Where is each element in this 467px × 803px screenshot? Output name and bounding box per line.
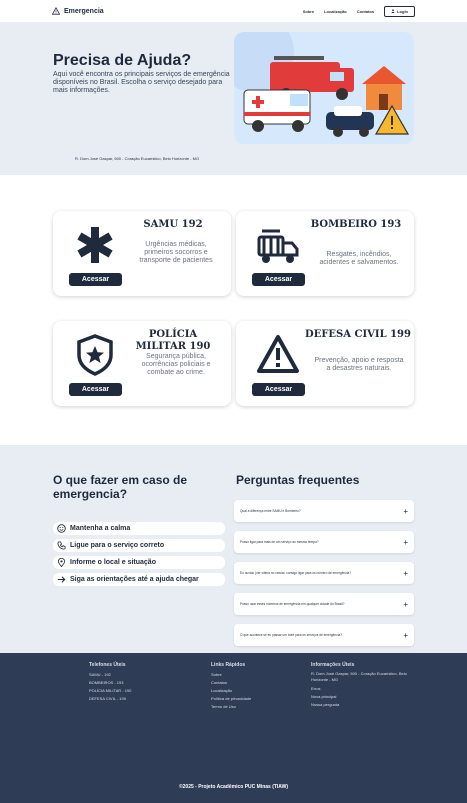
help-title: O que fazer em caso de emergencia? (53, 473, 188, 501)
service-title: SAMU 192 (143, 219, 203, 230)
footer-phone-item[interactable]: SAMU - 192 (89, 671, 131, 679)
faq-item[interactable]: Posso usar esses números de emergência e… (234, 593, 414, 615)
faq-question: Qual a diferença entre SAMU e Bombeiro? (240, 509, 301, 513)
faq-item[interactable]: Qual a diferença entre SAMU e Bombeiro? … (234, 500, 414, 522)
footer-link[interactable]: Política de privacidade (211, 695, 251, 703)
arrow-right-icon (57, 576, 66, 583)
plus-icon[interactable]: + (403, 569, 408, 578)
service-description: Prevenção, apoio e resposta a desastres … (314, 357, 404, 372)
phone-icon (57, 541, 66, 550)
step-label: Informe o local e situação (70, 559, 156, 566)
footer-info-link[interactable]: Nossa pergunta (311, 701, 421, 709)
service-card-defesa-civil: DEFESA CIVIL 199 Prevenção, apoio e resp… (236, 321, 414, 406)
faq-item[interactable]: O que acontece se eu passar um trote par… (234, 624, 414, 646)
brand-logo[interactable]: Emergencia (52, 7, 104, 15)
calm-icon (57, 524, 66, 533)
faq-item[interactable]: Posso ligar para mais de um serviço ao m… (234, 531, 414, 553)
footer: Telefones Úteis SAMU - 192 BOMBEIROS - 1… (0, 653, 467, 803)
top-navbar: Emergencia Sobre Localização Contatos Lo… (0, 0, 467, 22)
medical-star-icon (77, 227, 113, 263)
footer-heading: Informações Úteis (311, 662, 355, 668)
warning-triangle-icon (257, 335, 299, 373)
police-shield-icon (77, 334, 113, 376)
faq-question: Posso ligar para mais de um serviço ao m… (240, 540, 319, 544)
footer-phone-item[interactable]: POLÍCIA MILITAR - 190 (89, 687, 131, 695)
copyright: ©2025 - Projeto Acadêmico PUC Minas (TIA… (178, 784, 289, 790)
step-item: Informe o local e situação (53, 556, 225, 569)
service-title: POLÍCIA MILITAR 190 (135, 329, 211, 352)
service-title: DEFESA CIVIL 199 (305, 329, 411, 340)
access-button[interactable]: Acessar (69, 383, 122, 396)
plus-icon[interactable]: + (403, 538, 408, 547)
access-button[interactable]: Acessar (69, 273, 122, 286)
footer-phones: Telefones Úteis SAMU - 192 BOMBEIROS - 1… (89, 661, 131, 703)
user-icon (391, 9, 395, 13)
service-card-bombeiro: BOMBEIRO 193 Resgates, incêndios, aciden… (236, 211, 414, 296)
step-label: Ligue para o serviço correto (70, 542, 165, 549)
login-label: Login (397, 8, 408, 14)
footer-link[interactable]: Localização (211, 687, 251, 695)
footer-phone-item[interactable]: BOMBEIROS - 193 (89, 679, 131, 687)
service-card-samu: SAMU 192 Urgências médicas, primeiros so… (53, 211, 231, 296)
services-section: SAMU 192 Urgências médicas, primeiros so… (0, 175, 467, 445)
plus-icon[interactable]: + (403, 600, 408, 609)
service-description: Segurança pública, ocorrências policiais… (141, 353, 211, 376)
step-item: Mantenha a calma (53, 522, 225, 535)
service-description: Resgates, incêndios, acidentes e salvame… (319, 251, 399, 266)
hero-description: Aqui você encontra os principais serviço… (53, 71, 230, 94)
service-description: Urgências médicas, primeiros socorros e … (139, 241, 213, 264)
hero-section: Precisa de Ajuda? Aqui você encontra os … (0, 22, 467, 175)
warning-triangle-icon (52, 7, 60, 15)
nav-link-sobre[interactable]: Sobre (303, 9, 314, 14)
footer-info-link[interactable]: Erros (311, 685, 421, 693)
footer-links: Links Rápidos Sobre Contatos Localização… (211, 661, 251, 711)
footer-info: Informações Úteis R. Dom José Gaspar, 50… (311, 661, 421, 709)
footer-heading: Telefones Úteis (89, 662, 126, 668)
footer-link[interactable]: Termo de Uso (211, 703, 251, 711)
faq-question: O que acontece se eu passar um trote par… (240, 633, 343, 637)
service-card-policia: POLÍCIA MILITAR 190 Segurança pública, o… (53, 321, 231, 406)
help-section: O que fazer em caso de emergencia? Mante… (0, 445, 467, 653)
faq-title: Perguntas frequentes (236, 473, 360, 487)
nav-link-localizacao[interactable]: Localização (324, 9, 347, 14)
footer-address: R. Dom José Gaspar, 500 - Coração Eucarí… (311, 671, 407, 682)
faq-question: Posso usar esses números de emergência e… (240, 602, 345, 606)
footer-heading: Links Rápidos (211, 662, 246, 668)
footer-phone-item[interactable]: DEFESA CIVIL - 199 (89, 695, 131, 703)
access-button[interactable]: Acessar (252, 273, 305, 286)
faq-question: Eu ouvido (ver vítima no celular, consig… (240, 571, 352, 575)
step-item: Ligue para o serviço correto (53, 539, 225, 552)
step-item: Siga as orientações até a ajuda chegar (53, 573, 225, 586)
access-button[interactable]: Acessar (252, 383, 305, 396)
faq-item[interactable]: Eu ouvido (ver vítima no celular, consig… (234, 562, 414, 584)
location-icon (57, 558, 66, 567)
step-label: Mantenha a calma (70, 525, 131, 532)
plus-icon[interactable]: + (403, 507, 408, 516)
step-label: Siga as orientações até a ajuda chegar (70, 576, 199, 583)
login-button[interactable]: Login (384, 5, 415, 17)
service-title: BOMBEIRO 193 (310, 219, 402, 230)
footer-info-link[interactable]: Nova principal (311, 693, 421, 701)
plus-icon[interactable]: + (403, 631, 408, 640)
footer-link[interactable]: Contatos (211, 679, 251, 687)
hero-address: R. Dom José Gaspar, 500 - Coração Eucarí… (75, 156, 200, 161)
footer-link[interactable]: Sobre (211, 671, 251, 679)
fire-truck-icon (257, 229, 299, 263)
hero-title: Precisa de Ajuda? (53, 52, 192, 69)
brand-name: Emergencia (64, 7, 104, 15)
emergency-vehicles-illustration (234, 32, 414, 144)
nav-link-contatos[interactable]: Contatos (357, 9, 374, 14)
